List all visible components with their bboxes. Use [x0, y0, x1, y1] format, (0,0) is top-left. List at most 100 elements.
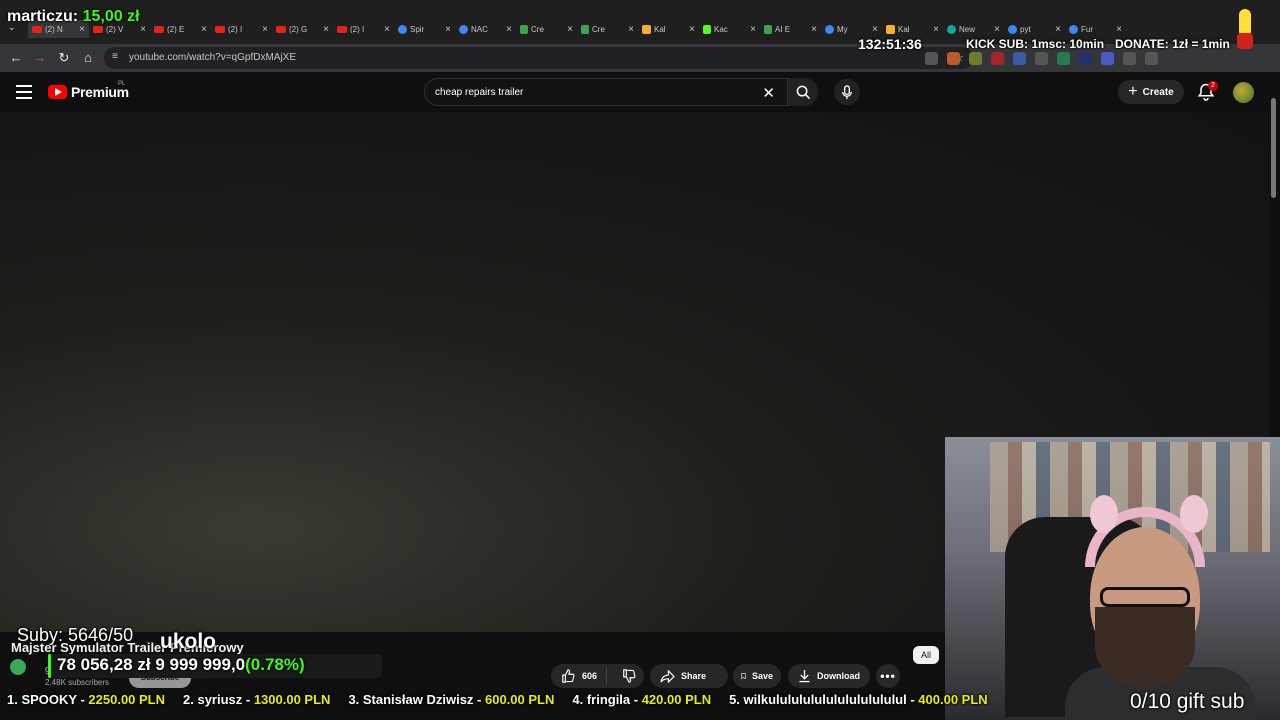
search-query-text: cheap repairs trailer [435, 87, 524, 98]
close-tab-icon[interactable]: × [201, 24, 207, 35]
close-tab-icon[interactable]: × [750, 24, 756, 35]
close-tab-icon[interactable]: × [445, 24, 451, 35]
site-info-icon[interactable]: ≡ [112, 51, 118, 62]
browser-tab[interactable]: (2) E × [150, 20, 211, 38]
ticker-item: 3. Stanisław Dziwisz - 600.00 PLN [348, 692, 555, 707]
close-tab-icon[interactable]: × [506, 24, 512, 35]
home-icon[interactable]: ⌂ [80, 50, 96, 66]
extension-icon[interactable] [991, 52, 1004, 65]
download-button[interactable]: Download [788, 664, 870, 688]
browser-tab[interactable]: Cre × [516, 20, 577, 38]
puzzle-icon[interactable] [1123, 52, 1136, 65]
close-tab-icon[interactable]: × [1055, 24, 1061, 35]
extension-icon[interactable] [1057, 52, 1070, 65]
chrome-favicon-icon [398, 24, 407, 34]
top-donors-ticker: 1. SPOOKY - 2250.00 PLN 2. syriusz - 130… [0, 692, 1130, 714]
close-tab-icon[interactable]: × [628, 24, 634, 35]
google-favicon-icon [1008, 24, 1017, 34]
bookmark-icon [741, 673, 746, 680]
close-tab-icon[interactable]: × [140, 24, 146, 35]
reading-list-icon[interactable] [1145, 52, 1158, 65]
sheets-favicon-icon [581, 24, 589, 34]
ticker-item: 1. SPOOKY - 2250.00 PLN [7, 692, 166, 707]
close-tab-icon[interactable]: × [689, 24, 695, 35]
steam-favicon-icon [1069, 24, 1078, 34]
extension-icon[interactable] [925, 52, 938, 65]
close-tab-icon[interactable]: × [994, 24, 1000, 35]
search-input[interactable]: cheap repairs trailer ✕ [424, 78, 788, 106]
close-tab-icon[interactable]: × [872, 24, 878, 35]
channel-avatar[interactable] [10, 659, 26, 675]
extension-icon[interactable] [1013, 52, 1026, 65]
like-dislike-group: 606 [551, 664, 644, 688]
close-tab-icon[interactable]: × [567, 24, 573, 35]
close-tab-icon[interactable]: × [933, 24, 939, 35]
browser-tab[interactable]: pyt × [1004, 20, 1065, 38]
close-tab-icon[interactable]: × [1116, 24, 1122, 35]
browser-tab[interactable]: NAC × [455, 20, 516, 38]
youtube-favicon-icon [337, 25, 347, 33]
close-tab-icon[interactable]: × [262, 24, 268, 35]
tab-list: (2) N × (2) V × (2) E × (2) I × (2) G × (2) I… [28, 20, 1126, 38]
like-count: 606 [582, 671, 598, 681]
youtube-logo[interactable]: Premium PL [48, 81, 129, 100]
save-button[interactable]: Save [733, 664, 781, 688]
clear-search-icon[interactable]: ✕ [762, 84, 775, 102]
webcam-feed [945, 437, 1280, 720]
headset-ear [1180, 495, 1208, 533]
more-horizontal-icon: ••• [880, 669, 896, 683]
address-bar[interactable]: ≡ youtube.com/watch?v=qGpfDxMAjXE ☆ [104, 47, 974, 69]
chatgpt-favicon-icon [947, 24, 956, 34]
back-arrow-icon[interactable]: ← [8, 50, 24, 66]
last-donation-overlay: marticzu: 15,00 zł [7, 8, 140, 25]
browser-tab[interactable]: (2) G × [272, 20, 333, 38]
more-actions-button[interactable]: ••• [876, 664, 900, 688]
browser-tab[interactable]: Fur × [1065, 20, 1126, 38]
download-icon [799, 669, 810, 683]
account-avatar[interactable] [1233, 82, 1254, 103]
scrollbar-thumb[interactable] [1271, 98, 1276, 198]
calendar-favicon-icon [642, 24, 651, 34]
share-button[interactable]: Share [650, 664, 728, 688]
create-button[interactable]: + Create [1118, 80, 1184, 104]
extension-icon[interactable] [947, 52, 960, 65]
like-button[interactable]: 606 [551, 668, 608, 684]
extension-icon[interactable] [969, 52, 982, 65]
browser-tab[interactable]: AI E × [760, 20, 821, 38]
url-text: youtube.com/watch?v=qGpfDxMAjXE [129, 52, 297, 63]
browser-tab[interactable]: Cre × [577, 20, 638, 38]
chip-all[interactable]: All [913, 646, 939, 664]
reload-icon[interactable]: ↻ [56, 50, 72, 66]
browser-tab[interactable]: Kal × [638, 20, 699, 38]
headset-ear [1090, 495, 1118, 533]
browser-tab[interactable]: Kac × [699, 20, 760, 38]
extension-icon[interactable] [1079, 52, 1092, 65]
extension-icon[interactable] [1035, 52, 1048, 65]
dislike-button[interactable] [613, 669, 644, 683]
plus-icon: + [1128, 83, 1138, 100]
sheets-favicon-icon [764, 24, 772, 34]
browser-tab[interactable]: (2) I × [333, 20, 394, 38]
close-tab-icon[interactable]: × [323, 24, 329, 35]
youtube-play-icon [48, 85, 67, 99]
browser-tab[interactable]: Spir × [394, 20, 455, 38]
browser-tab[interactable]: (2) I × [211, 20, 272, 38]
share-icon [660, 669, 675, 683]
subs-goal: Suby: 5646/50 [17, 625, 134, 645]
youtube-favicon-icon [276, 25, 286, 33]
calendar-favicon-icon [886, 24, 895, 34]
close-tab-icon[interactable]: × [384, 24, 390, 35]
extension-icon[interactable] [1101, 52, 1114, 65]
ukolo-text: ukolo [160, 630, 216, 653]
subscriber-count: 2.48K subscribers [45, 678, 110, 687]
menu-icon[interactable] [16, 85, 32, 99]
forward-arrow-icon[interactable]: → [32, 50, 48, 66]
voice-search-button[interactable] [834, 79, 860, 105]
youtube-header: Premium PL cheap repairs trailer ✕ + Cre… [0, 72, 1280, 112]
search-button[interactable] [788, 78, 818, 106]
donate-rate: DONATE: 1zł = 1min [1115, 37, 1230, 51]
close-tab-icon[interactable]: × [811, 24, 817, 35]
browser-tab[interactable]: New × [943, 20, 1004, 38]
kick-sub-rate: KICK SUB: 1msc: 10min [966, 37, 1105, 51]
ticker-item: 4. fringila - 420.00 PLN [572, 692, 712, 707]
